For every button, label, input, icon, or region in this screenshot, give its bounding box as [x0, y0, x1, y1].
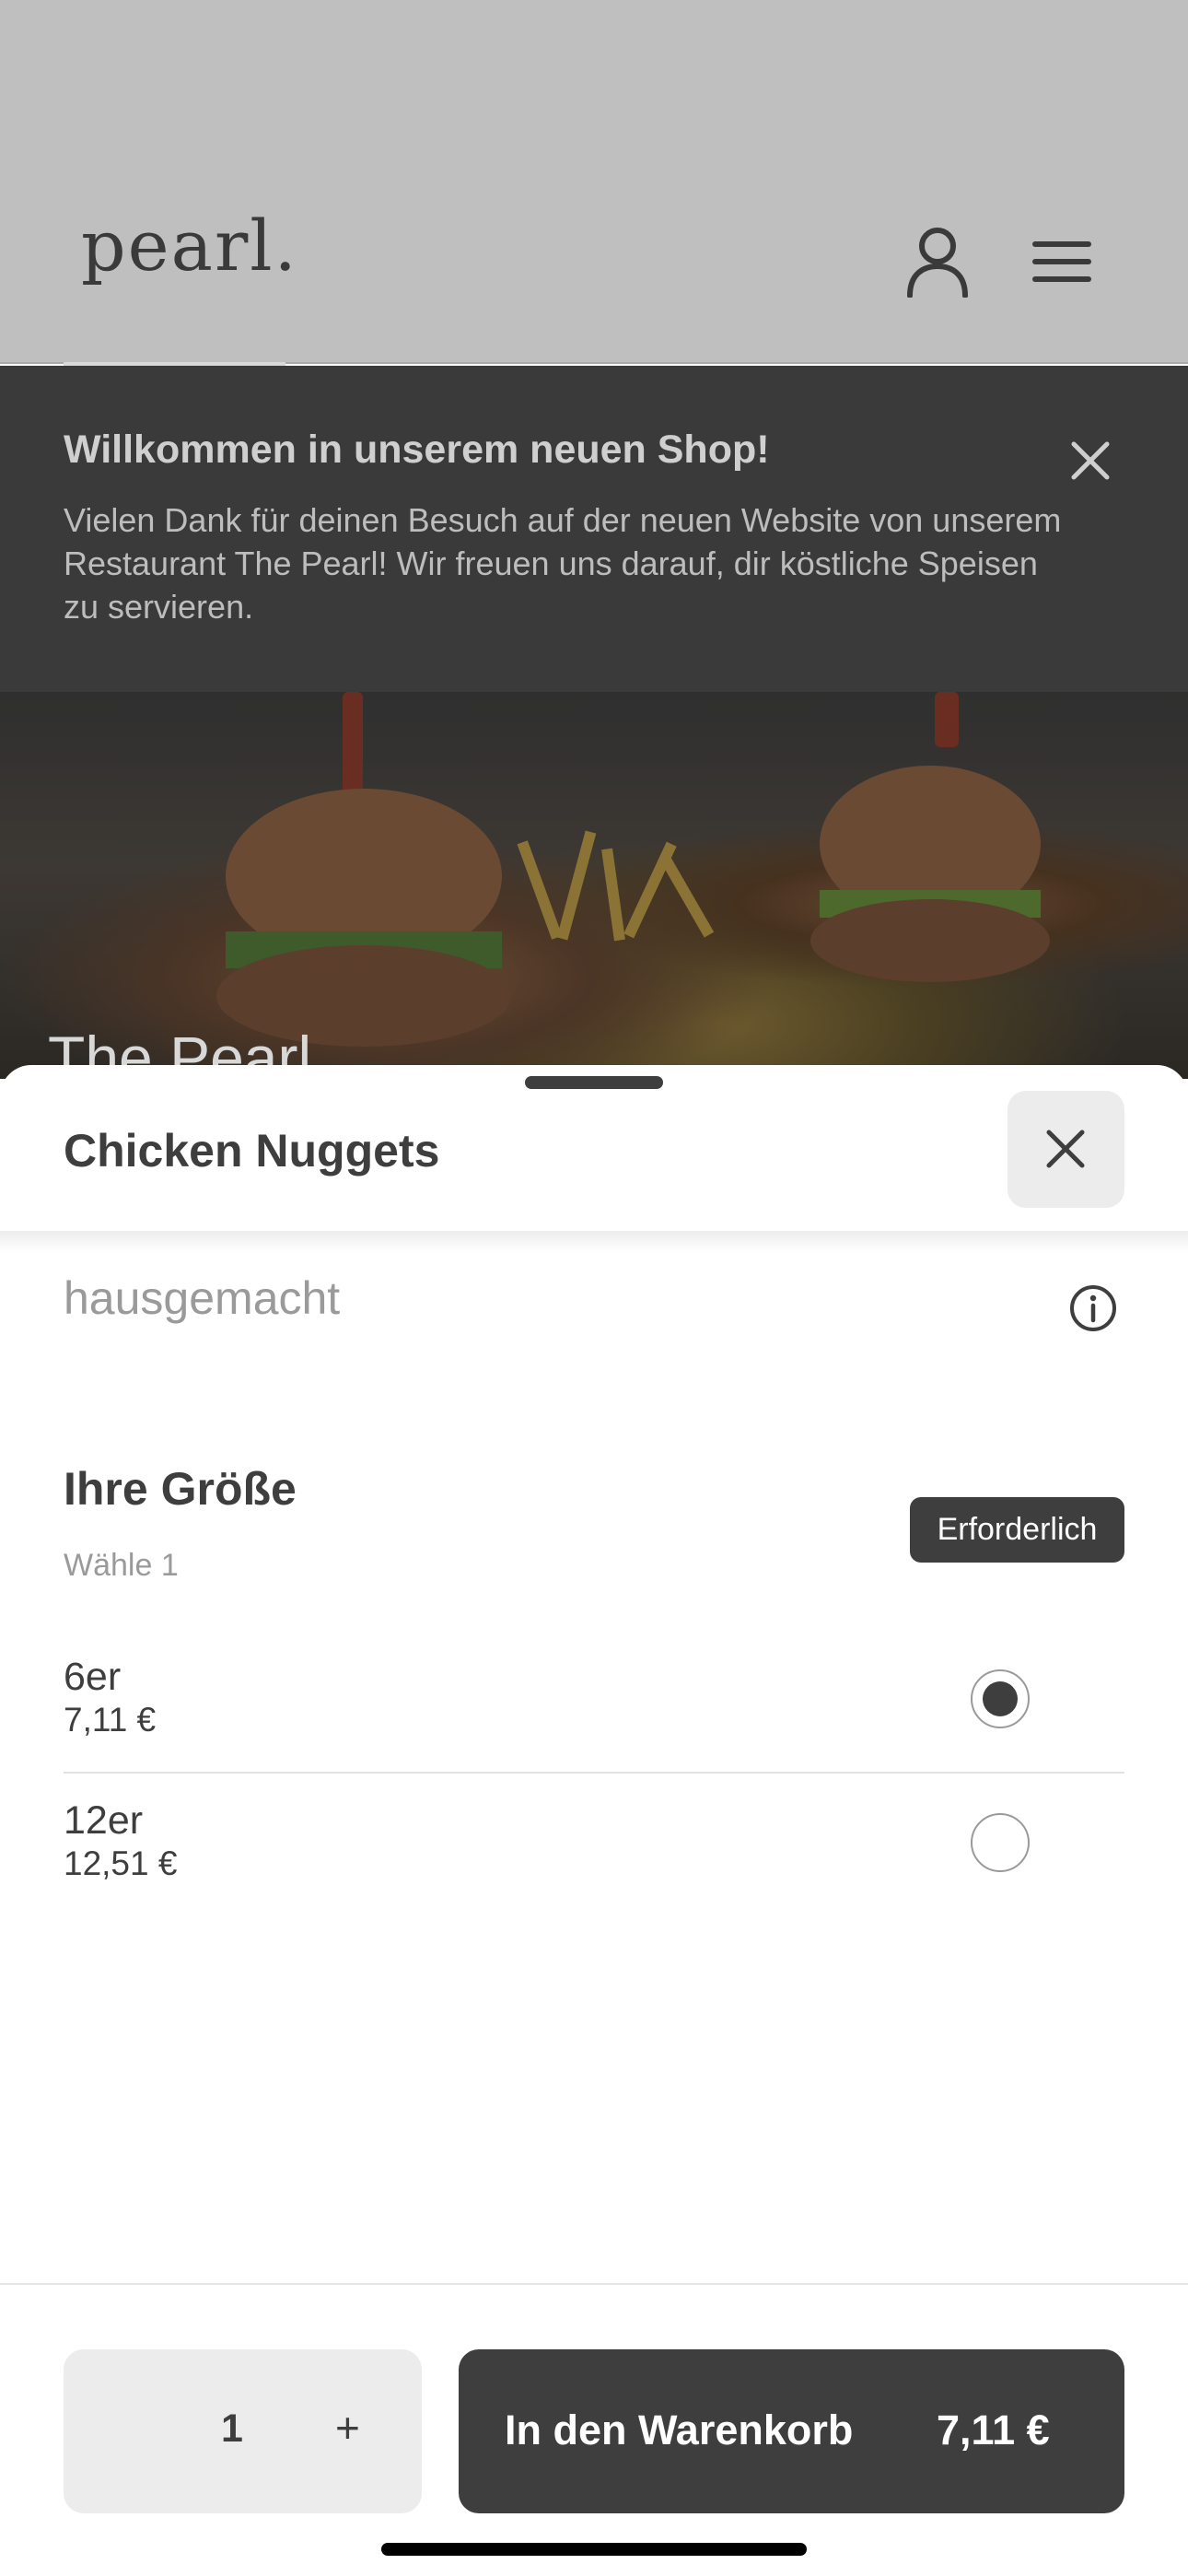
- option-group-subtitle: Wähle 1: [64, 1548, 179, 1583]
- hamburger-menu-icon[interactable]: [1031, 239, 1092, 285]
- option-name: 12er: [64, 1798, 144, 1843]
- banner-title: Willkommen in unserem neuen Shop!: [64, 427, 770, 472]
- home-indicator: [381, 2543, 807, 2556]
- user-icon[interactable]: [905, 226, 970, 298]
- size-option-12er[interactable]: 12er 12,51 €: [64, 1798, 1124, 1941]
- brand-logo[interactable]: pearl.: [81, 205, 298, 287]
- radio-selected[interactable]: [971, 1669, 1030, 1728]
- burger-photo-illustration: [216, 692, 1050, 1047]
- size-option-6er[interactable]: 6er 7,11 €: [64, 1655, 1124, 1797]
- sheet-drag-handle[interactable]: [525, 1076, 663, 1089]
- required-badge: Erforderlich: [910, 1497, 1124, 1563]
- radio-dot: [983, 1681, 1018, 1716]
- option-price: 12,51 €: [64, 1844, 178, 1882]
- banner-text: Vielen Dank für deinen Besuch auf der ne…: [64, 501, 1062, 626]
- footer-divider: [0, 2283, 1188, 2285]
- quantity-value: 1: [221, 2406, 243, 2451]
- add-to-cart-total: 7,11 €: [937, 2406, 1050, 2453]
- info-icon[interactable]: [1068, 1283, 1118, 1333]
- close-sheet-button[interactable]: [1007, 1091, 1124, 1208]
- product-description: hausgemacht: [64, 1272, 341, 1324]
- hero-image: [0, 692, 1188, 1079]
- increment-button[interactable]: +: [335, 2403, 360, 2453]
- option-divider: [64, 1772, 1124, 1774]
- close-icon: [1046, 1130, 1085, 1168]
- site-header: [0, 0, 1188, 364]
- add-to-cart-label: In den Warenkorb: [505, 2406, 854, 2453]
- radio-unselected[interactable]: [971, 1813, 1030, 1872]
- sheet-header-divider: [0, 1231, 1188, 1253]
- option-name: 6er: [64, 1655, 122, 1699]
- product-title: Chicken Nuggets: [64, 1125, 440, 1177]
- option-price: 7,11 €: [64, 1701, 157, 1739]
- close-icon[interactable]: [1068, 439, 1112, 483]
- option-group-title: Ihre Größe: [64, 1463, 297, 1515]
